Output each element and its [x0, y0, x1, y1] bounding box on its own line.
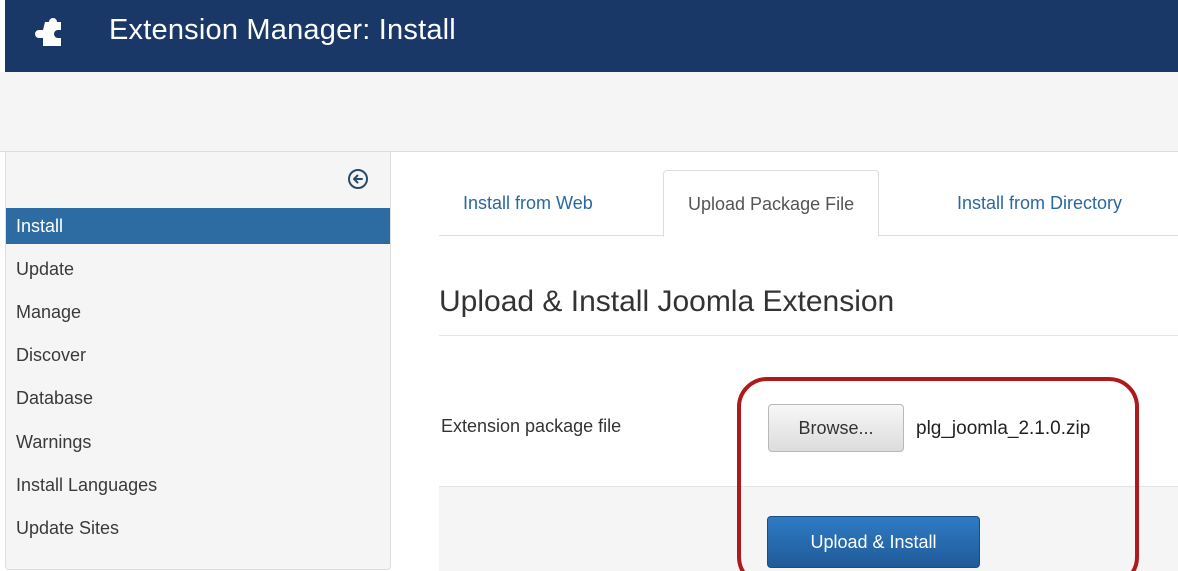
sidebar-item-install-languages[interactable]: Install Languages — [6, 467, 390, 503]
install-tabs: Install from Web Upload Package File Ins… — [439, 170, 1178, 237]
sidebar-item-discover[interactable]: Discover — [6, 337, 390, 373]
browse-button[interactable]: Browse... — [768, 404, 904, 452]
sidebar-item-update-sites[interactable]: Update Sites — [6, 510, 390, 546]
sidebar-item-warnings[interactable]: Warnings — [6, 424, 390, 460]
package-file-label: Extension package file — [441, 416, 622, 436]
form-legend: Upload & Install Joomla Extension — [439, 282, 1178, 336]
sidebar-item-label: Update — [16, 259, 75, 279]
tab-install-from-web[interactable]: Install from Web — [439, 170, 617, 236]
puzzle-piece-icon — [35, 18, 61, 46]
sidebar-item-label: Warnings — [16, 432, 92, 452]
sidebar-item-update[interactable]: Update — [6, 251, 390, 287]
sidebar-item-manage[interactable]: Manage — [6, 294, 390, 330]
tab-install-from-directory[interactable]: Install from Directory — [933, 170, 1146, 236]
sidebar-item-install[interactable]: Install — [6, 208, 390, 244]
sidebar-item-label: Discover — [16, 345, 87, 365]
sidebar-item-label: Manage — [16, 302, 82, 322]
header-bar: Extension Manager: Install — [5, 0, 1178, 72]
collapse-arrow-icon[interactable] — [347, 168, 369, 190]
sidebar: Install Update Manage Discover Database … — [5, 152, 391, 570]
sidebar-item-label: Install — [16, 216, 64, 236]
upload-install-button[interactable]: Upload & Install — [767, 516, 980, 568]
sidebar-item-label: Install Languages — [16, 475, 158, 495]
selected-file-name: plg_joomla_2.1.0.zip — [916, 418, 1091, 439]
toolbar — [0, 72, 1178, 152]
page-title: Extension Manager: Install — [109, 14, 456, 46]
tab-upload-package-file[interactable]: Upload Package File — [663, 170, 880, 237]
sidebar-item-label: Database — [16, 388, 94, 408]
sidebar-item-label: Update Sites — [16, 518, 120, 538]
sidebar-item-database[interactable]: Database — [6, 380, 390, 416]
